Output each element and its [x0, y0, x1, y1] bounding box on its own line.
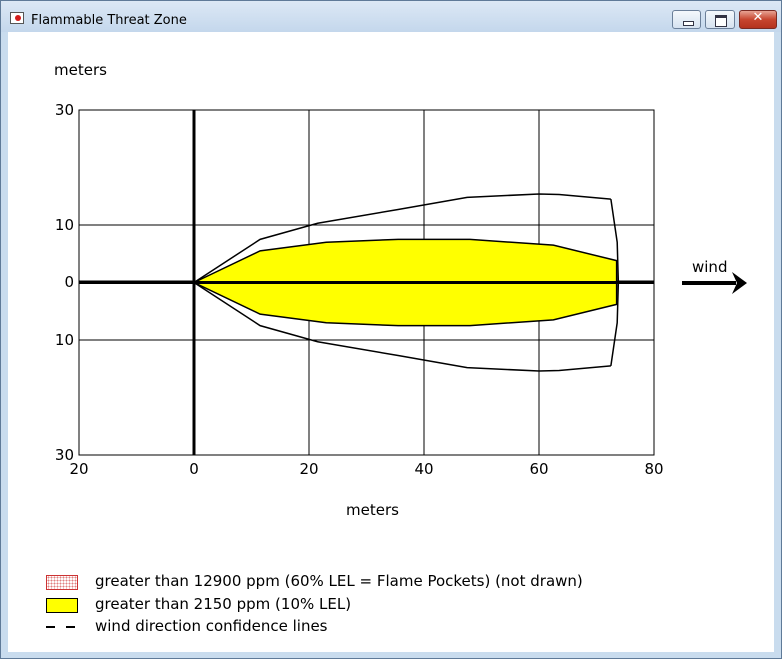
legend-item-confidence-lines: wind direction confidence lines: [46, 617, 766, 637]
legend-swatch-yellow: [46, 598, 78, 613]
legend-label: greater than 12900 ppm (60% LEL = Flame …: [95, 572, 583, 590]
app-window: Flammable Threat Zone ✕ meters 20 0 20 40 60…: [0, 0, 782, 659]
close-icon: ✕: [752, 10, 764, 25]
legend-swatch-dash: [46, 626, 78, 628]
app-icon[interactable]: [10, 12, 24, 24]
minimize-icon: [683, 21, 694, 26]
maximize-icon: [715, 15, 727, 27]
y-tick-label: 30: [55, 446, 74, 464]
title-bar[interactable]: Flammable Threat Zone ✕: [1, 1, 781, 32]
x-axis-label: meters: [346, 501, 399, 519]
client-area: meters 20 0 20 40 60 80 30 10 0 10 30 meters wind …: [8, 32, 774, 652]
x-tick-label: 80: [644, 460, 663, 478]
wind-label: wind: [692, 258, 727, 276]
y-axis-label: meters: [54, 61, 107, 79]
legend-item-flame-pockets: greater than 12900 ppm (60% LEL = Flame …: [46, 572, 766, 592]
x-tick-label: 60: [529, 460, 548, 478]
x-tick-label: 40: [414, 460, 433, 478]
legend-label: wind direction confidence lines: [95, 617, 328, 635]
y-tick-label: 10: [55, 216, 74, 234]
legend-swatch-dotted: [46, 575, 78, 590]
maximize-button[interactable]: [705, 10, 735, 29]
x-tick-label: 0: [189, 460, 199, 478]
y-tick-label: 30: [55, 101, 74, 119]
legend-item-lel: greater than 2150 ppm (10% LEL): [46, 595, 766, 615]
data-layer: [79, 193, 654, 372]
close-button[interactable]: ✕: [739, 10, 777, 29]
legend-label: greater than 2150 ppm (10% LEL): [95, 595, 352, 613]
y-tick-label: 0: [64, 273, 74, 291]
threat-zone-plot: meters 20 0 20 40 60 80301001030 meters wind: [54, 61, 747, 519]
minimize-button[interactable]: [672, 10, 701, 29]
x-tick-label: 20: [299, 460, 318, 478]
window-title: Flammable Threat Zone: [31, 13, 187, 28]
y-tick-label: 10: [55, 331, 74, 349]
